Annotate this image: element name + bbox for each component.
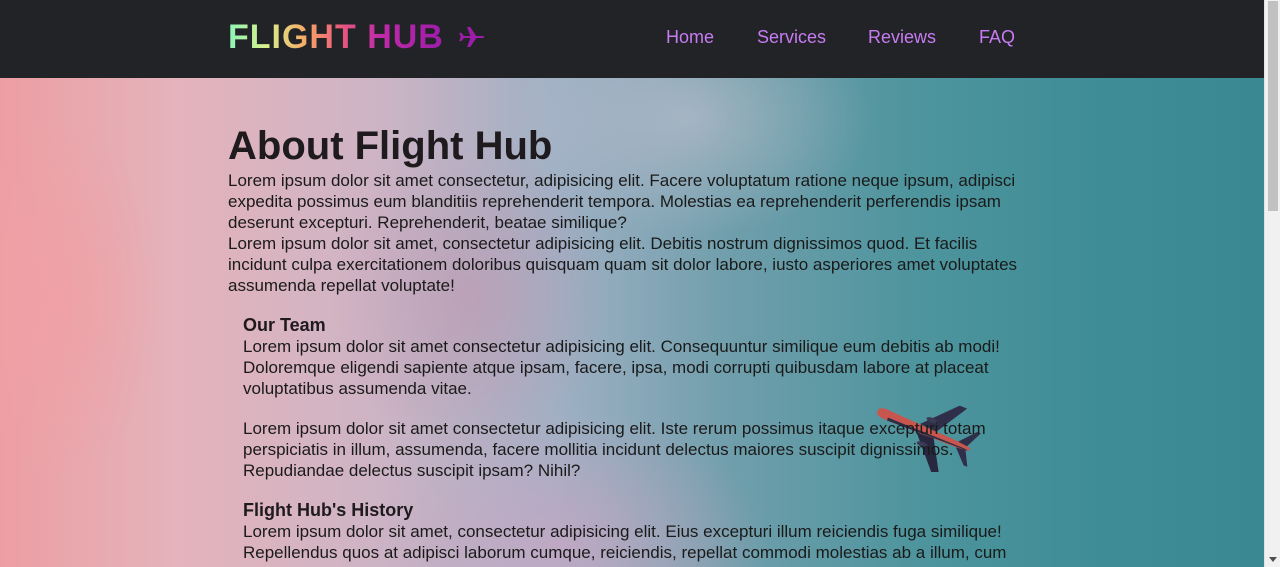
nav-reviews[interactable]: Reviews (868, 25, 936, 49)
team-paragraph-1: Lorem ipsum dolor sit amet consectetur a… (243, 337, 1000, 398)
scroll-down-button[interactable] (1265, 551, 1280, 567)
nav-home[interactable]: Home (666, 25, 714, 49)
nav-faq[interactable]: FAQ (979, 25, 1015, 49)
team-title: Our Team (243, 315, 326, 335)
nav-links: Home Services Reviews FAQ (0, 25, 1264, 49)
hero-background: About Flight Hub Lorem ipsum dolor sit a… (0, 78, 1264, 567)
top-navbar: FLIGHT HUB Home Services Reviews FAQ (0, 0, 1264, 78)
about-paragraph-2: Lorem ipsum dolor sit amet, consectetur … (228, 234, 1018, 295)
history-paragraph-1: Lorem ipsum dolor sit amet, consectetur … (243, 522, 1007, 567)
team-section: Our Team Lorem ipsum dolor sit amet cons… (243, 315, 1018, 481)
page-title: About Flight Hub (228, 124, 553, 168)
history-title: Flight Hub's History (243, 500, 414, 520)
team-paragraph-2: Lorem ipsum dolor sit amet consectetur a… (243, 419, 986, 480)
vertical-scrollbar[interactable] (1264, 0, 1280, 567)
scroll-thumb[interactable] (1268, 1, 1278, 211)
nav-services[interactable]: Services (757, 25, 826, 49)
history-section: Flight Hub's History Lorem ipsum dolor s… (243, 500, 1018, 567)
chevron-down-icon (1269, 557, 1277, 562)
about-paragraph-1: Lorem ipsum dolor sit amet consectetur, … (228, 171, 1016, 232)
about-content: About Flight Hub Lorem ipsum dolor sit a… (228, 122, 1028, 567)
